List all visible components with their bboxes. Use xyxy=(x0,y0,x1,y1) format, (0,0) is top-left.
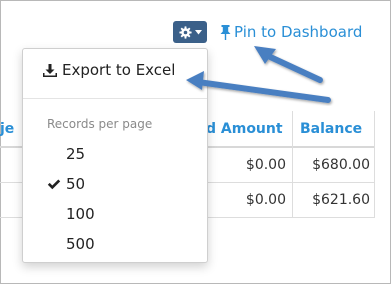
arrow-to-pin xyxy=(254,46,323,83)
annotation-arrows xyxy=(186,46,331,103)
